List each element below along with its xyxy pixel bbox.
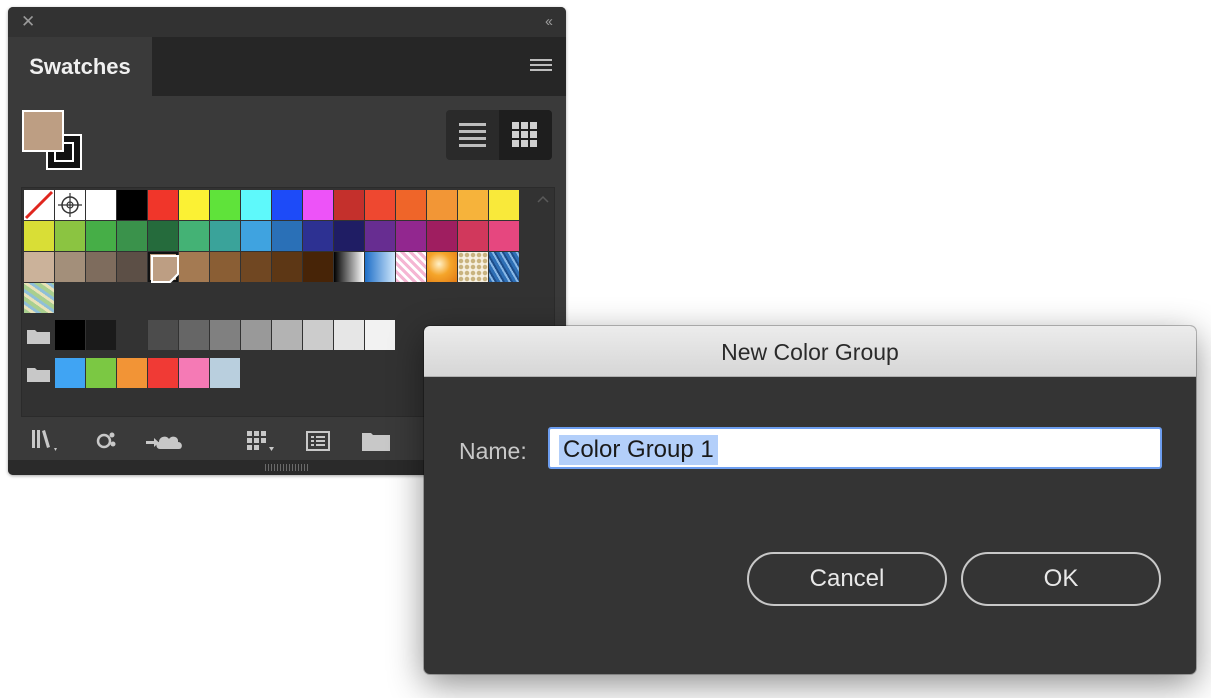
color-swatch[interactable] <box>86 190 116 220</box>
color-swatch[interactable] <box>86 320 116 350</box>
color-swatch[interactable] <box>55 358 85 388</box>
show-kinds-icon[interactable] <box>90 427 126 455</box>
color-swatch[interactable] <box>148 320 178 350</box>
color-swatch[interactable] <box>365 320 395 350</box>
tab-strip: Swatches <box>8 37 566 96</box>
thumbnail-view-icon[interactable] <box>499 110 552 160</box>
color-swatch[interactable] <box>303 320 333 350</box>
color-swatch[interactable] <box>117 221 147 251</box>
color-swatch[interactable] <box>241 221 271 251</box>
color-swatch[interactable] <box>24 252 54 282</box>
new-folder-icon[interactable] <box>359 427 395 455</box>
color-swatch[interactable] <box>55 221 85 251</box>
color-swatch[interactable] <box>148 358 178 388</box>
color-swatch[interactable] <box>179 320 209 350</box>
color-swatch[interactable] <box>272 252 302 282</box>
color-swatch[interactable] <box>334 320 364 350</box>
color-swatch[interactable] <box>272 190 302 220</box>
color-swatch[interactable] <box>489 221 519 251</box>
color-swatch[interactable] <box>148 190 178 220</box>
color-swatch[interactable] <box>210 252 240 282</box>
list-view-icon[interactable] <box>446 110 499 160</box>
collapse-icon[interactable]: ‹‹ <box>545 12 553 32</box>
none-swatch[interactable] <box>24 190 54 220</box>
color-swatch[interactable] <box>179 190 209 220</box>
color-swatch[interactable] <box>303 190 333 220</box>
close-icon[interactable]: ✕ <box>21 12 35 32</box>
name-label: Name: <box>459 438 527 464</box>
panel-menu-icon[interactable] <box>530 59 552 74</box>
color-swatch[interactable] <box>303 252 333 282</box>
pattern-swatch[interactable] <box>489 252 519 282</box>
color-swatch[interactable] <box>334 190 364 220</box>
color-swatch[interactable] <box>396 221 426 251</box>
ok-button[interactable]: OK <box>961 552 1161 606</box>
gradient-swatch[interactable] <box>334 252 364 282</box>
color-swatch[interactable] <box>334 221 364 251</box>
color-swatch[interactable] <box>427 190 457 220</box>
gradient-swatch[interactable] <box>427 252 457 282</box>
color-swatch[interactable] <box>117 252 147 282</box>
color-swatch[interactable] <box>117 358 147 388</box>
color-swatch[interactable] <box>24 221 54 251</box>
swatch-options-icon[interactable] <box>244 427 280 455</box>
color-swatch[interactable] <box>117 190 147 220</box>
color-swatch[interactable] <box>86 252 116 282</box>
view-toggle <box>446 110 552 160</box>
pattern-swatch[interactable] <box>458 252 488 282</box>
color-swatch[interactable] <box>458 221 488 251</box>
color-swatch[interactable] <box>272 320 302 350</box>
color-swatch[interactable] <box>210 190 240 220</box>
color-swatch[interactable] <box>458 190 488 220</box>
registration-swatch[interactable] <box>55 190 85 220</box>
color-swatch[interactable] <box>117 320 147 350</box>
color-swatch[interactable] <box>210 221 240 251</box>
color-swatch[interactable] <box>365 221 395 251</box>
color-swatch[interactable] <box>303 221 333 251</box>
new-color-group-dialog: New Color Group Name: Color Group 1 Canc… <box>424 326 1196 674</box>
color-swatch[interactable] <box>55 252 85 282</box>
cancel-button[interactable]: Cancel <box>747 552 947 606</box>
scroll-up-icon[interactable] <box>536 194 550 204</box>
pattern-swatch[interactable] <box>396 252 426 282</box>
color-swatch[interactable] <box>179 252 209 282</box>
dialog-title: New Color Group <box>424 326 1196 377</box>
color-swatch[interactable] <box>272 221 302 251</box>
color-group-icon[interactable] <box>302 427 338 455</box>
color-swatch[interactable] <box>365 190 395 220</box>
pattern-swatch[interactable] <box>24 283 54 313</box>
panel-title-bar: ✕ ‹‹ <box>8 7 566 37</box>
tab-swatches[interactable]: Swatches <box>8 37 152 96</box>
color-swatch[interactable] <box>241 190 271 220</box>
color-swatch[interactable] <box>86 221 116 251</box>
library-menu-icon[interactable] <box>30 427 66 455</box>
color-swatch[interactable] <box>241 320 271 350</box>
color-swatch[interactable] <box>55 320 85 350</box>
color-swatch[interactable] <box>427 221 457 251</box>
color-swatch[interactable] <box>489 190 519 220</box>
color-swatch[interactable] <box>210 358 240 388</box>
color-group-folder-icon[interactable] <box>24 358 54 388</box>
cc-libraries-icon[interactable] <box>144 427 190 455</box>
gradient-swatch[interactable] <box>365 252 395 282</box>
fill-swatch[interactable] <box>22 110 64 152</box>
fill-stroke-indicator[interactable] <box>22 110 88 176</box>
color-swatch[interactable] <box>179 221 209 251</box>
color-swatch[interactable] <box>241 252 271 282</box>
selected-swatch[interactable] <box>148 252 179 283</box>
name-input-value: Color Group 1 <box>559 435 718 465</box>
color-swatch[interactable] <box>210 320 240 350</box>
color-swatch[interactable] <box>396 190 426 220</box>
color-group-folder-icon[interactable] <box>24 320 54 350</box>
color-swatch[interactable] <box>86 358 116 388</box>
color-swatch[interactable] <box>179 358 209 388</box>
color-swatch[interactable] <box>148 221 178 251</box>
name-input[interactable]: Color Group 1 <box>548 427 1162 469</box>
